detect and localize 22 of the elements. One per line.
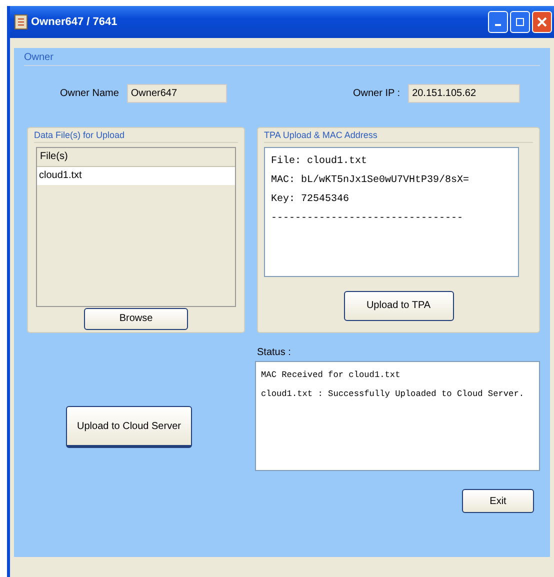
minimize-button[interactable] [488,11,508,33]
field-label: Owner Name [60,88,119,99]
close-icon [537,17,547,27]
field-label: Owner IP : [353,88,400,99]
status-text-area[interactable]: MAC Received for cloud1.txt cloud1.txt : Successfully Uploaded to Cloud Server. [255,361,540,471]
app-icon [14,14,28,30]
status-label: Status : [256,347,292,360]
maximize-icon [516,18,524,26]
owner-name-field[interactable]: Owner647 [126,84,227,103]
table-row[interactable]: cloud1.txt [37,167,235,185]
exit-button[interactable]: Exit [462,489,534,513]
output-text-area[interactable]: File: cloud1.txt MAC: bL/wKT5nJx1Se0wU7VHtP39/8sX= Key: 72545346 -------------------------------- [264,147,519,277]
upload-to-tpa-button[interactable]: Upload to TPA [344,290,454,320]
browse-button[interactable]: Browse [84,308,188,330]
panel-legend: Owner [24,52,540,66]
owner-ip-field[interactable]: 20.151.105.62 [408,84,520,103]
close-button[interactable] [532,11,552,33]
window-title: Owner647 / 7641 [31,16,118,28]
maximize-button[interactable] [510,11,530,33]
upload-to-cloud-button[interactable]: Upload to Cloud Server [66,406,192,448]
group-legend: TPA Upload & MAC Address [264,130,533,143]
group-legend: Data File(s) for Upload [34,130,238,143]
